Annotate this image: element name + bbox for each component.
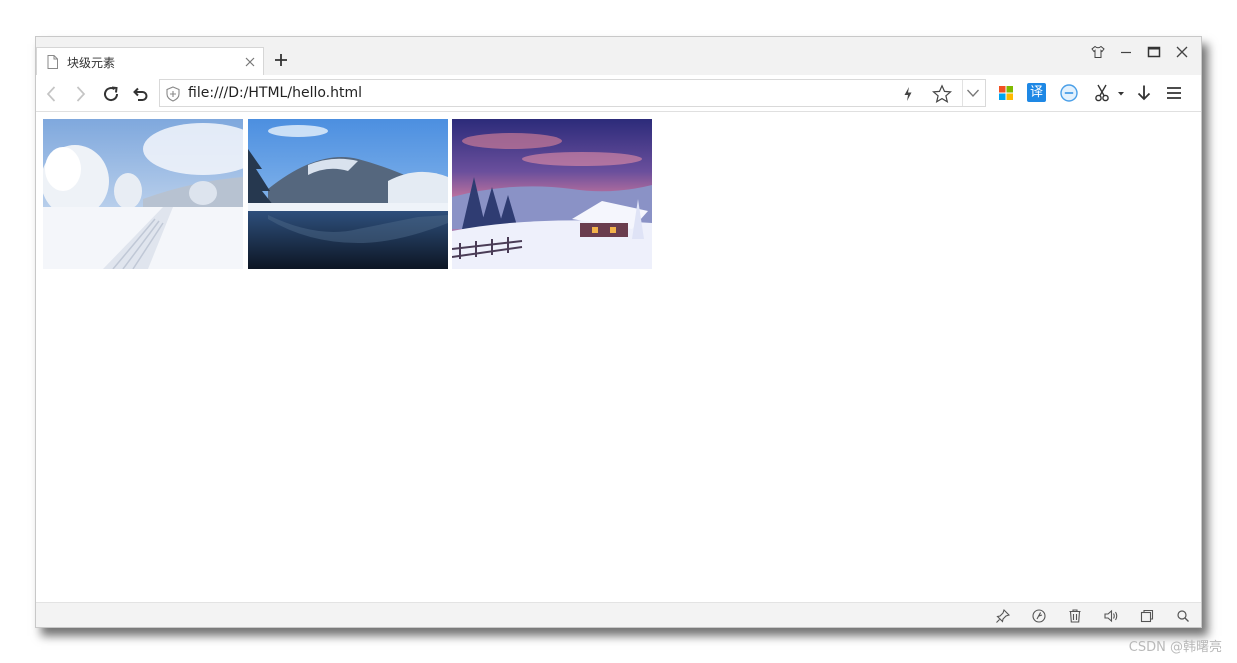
forward-icon[interactable]	[70, 84, 90, 104]
url-text[interactable]: file:///D:/HTML/hello.html	[188, 85, 362, 101]
page-icon	[47, 55, 58, 69]
browser-window: 块级元素 file:///D:/HTML/hello.html 译	[35, 36, 1202, 628]
tab-title: 块级元素	[67, 56, 116, 70]
address-bar[interactable]: file:///D:/HTML/hello.html	[159, 79, 986, 107]
watermark: CSDN @韩曙亮	[1128, 640, 1222, 655]
translate-icon[interactable]: 译	[1027, 83, 1046, 102]
pin-icon[interactable]	[995, 608, 1011, 624]
apps-grid-icon[interactable]	[996, 83, 1016, 103]
status-bar	[36, 602, 1201, 627]
skin-icon[interactable]	[1091, 45, 1105, 59]
menu-icon[interactable]	[1164, 83, 1184, 103]
download-icon[interactable]	[1134, 83, 1154, 103]
adblock-icon[interactable]	[1059, 83, 1079, 103]
active-tab[interactable]: 块级元素	[36, 47, 264, 76]
scissors-icon[interactable]	[1093, 83, 1113, 103]
chevron-down-icon[interactable]	[966, 87, 980, 99]
window-icon[interactable]	[1139, 608, 1155, 624]
caret-down-icon[interactable]	[1116, 83, 1126, 103]
page-content	[36, 112, 1201, 604]
address-divider	[962, 80, 963, 106]
speed-icon[interactable]	[1031, 608, 1047, 624]
maximize-icon[interactable]	[1147, 45, 1161, 59]
tab-strip: 块级元素	[36, 37, 1201, 76]
window-controls	[1091, 45, 1189, 59]
close-window-icon[interactable]	[1175, 45, 1189, 59]
back-icon[interactable]	[42, 84, 62, 104]
shield-icon[interactable]	[166, 86, 180, 102]
reload-icon[interactable]	[101, 84, 121, 104]
speaker-icon[interactable]	[1103, 608, 1119, 624]
minimize-icon[interactable]	[1119, 45, 1133, 59]
winter-lake-mountain-image	[248, 119, 448, 269]
status-bar-icons	[995, 608, 1191, 624]
tab-close-icon[interactable]	[244, 56, 256, 68]
snow-field-trees-image	[43, 119, 243, 269]
new-tab-plus-icon[interactable]	[274, 53, 288, 67]
trash-icon[interactable]	[1067, 608, 1083, 624]
undo-icon[interactable]	[130, 84, 150, 104]
star-icon[interactable]	[932, 84, 952, 104]
toolbar: file:///D:/HTML/hello.html 译	[36, 75, 1201, 112]
snowy-cabin-sunset-image	[452, 119, 652, 269]
search-icon[interactable]	[1175, 608, 1191, 624]
lightning-icon[interactable]	[902, 86, 914, 102]
